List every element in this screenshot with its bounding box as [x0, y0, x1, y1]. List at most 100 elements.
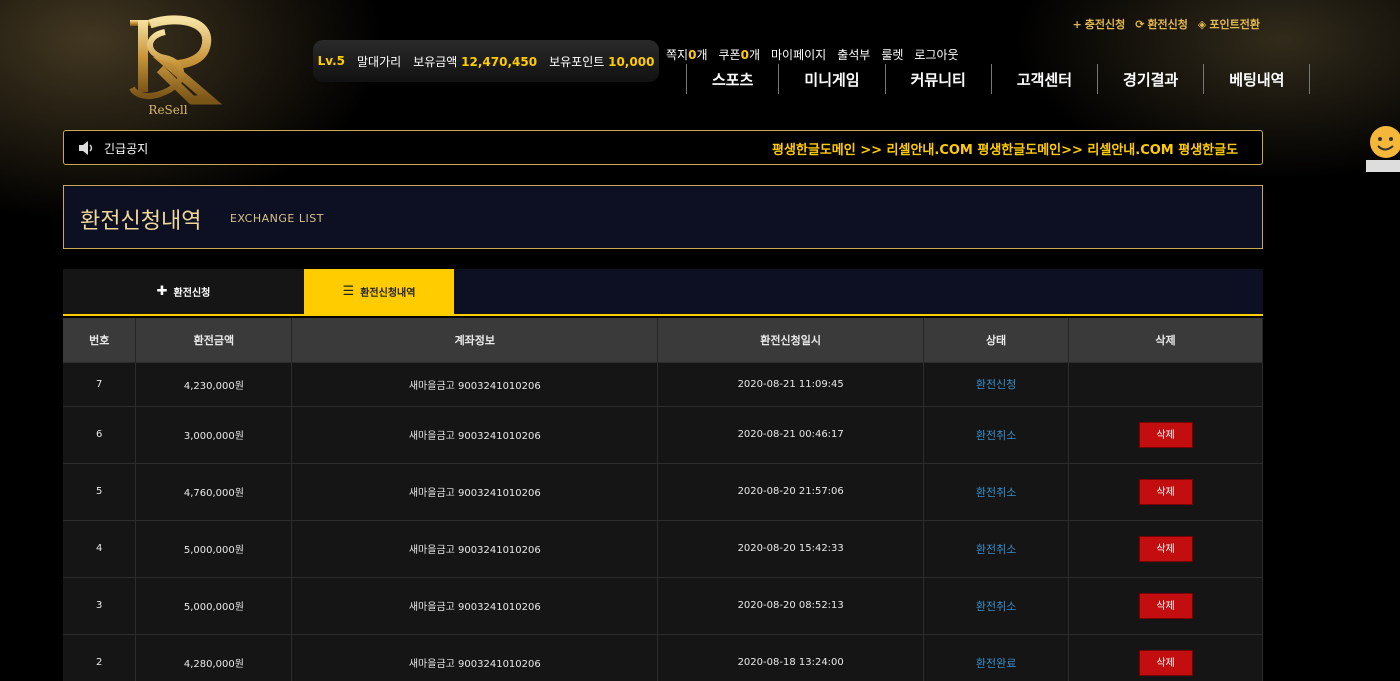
row-date: 2020-08-20 21:57:06 [657, 462, 925, 520]
balance-label: 보유금액 [413, 54, 458, 69]
row-delete-cell: 삭제 [1068, 462, 1263, 520]
charge-request-link[interactable]: + 충전신청 [1073, 16, 1126, 32]
row-account: 새마을금고 9003241010206 [291, 633, 659, 681]
row-delete-cell: 삭제 [1068, 405, 1263, 463]
row-date: 2020-08-21 11:09:45 [657, 361, 925, 406]
row-amount: 3,000,000원 [135, 405, 293, 463]
refresh-icon: ⟳ [1135, 18, 1145, 31]
row-amount: 4,760,000원 [135, 462, 293, 520]
logo-text: ReSell [148, 103, 188, 117]
attendance-link[interactable]: 출석부 [837, 46, 870, 63]
row-no: 6 [63, 405, 137, 463]
status-badge: 환전취소 [975, 599, 1017, 613]
row-amount: 5,000,000원 [135, 576, 293, 634]
notice-bar: 긴급공지 평생한글도메인 >> 리셀안내.COM 평생한글도메인>> 리셀안내.… [63, 130, 1263, 165]
delete-button[interactable]: 삭제 [1138, 535, 1193, 562]
plus-icon: ✚ [156, 284, 168, 299]
table-row: 6 3,000,000원 새마을금고 9003241010206 2020-08-21… [63, 405, 1263, 463]
header-date: 환전신청일시 [657, 318, 925, 362]
row-no: 3 [63, 576, 137, 634]
row-status-cell: 환전완료 [923, 633, 1070, 681]
header-no: 번호 [63, 318, 137, 362]
roulette-link[interactable]: 룰렛 [881, 46, 903, 63]
status-badge: 환전취소 [975, 485, 1017, 499]
row-delete-cell [1068, 361, 1263, 406]
speaker-icon [79, 141, 93, 155]
header-account: 계좌정보 [291, 318, 659, 362]
row-amount: 4,280,000원 [135, 633, 293, 681]
table-row: 7 4,230,000원 새마을금고 9003241010206 2020-08-21… [63, 361, 1263, 406]
coupon-label: 쿠폰 [718, 48, 741, 62]
table-row: 5 4,760,000원 새마을금고 9003241010206 2020-08-20… [63, 462, 1263, 520]
points-label: 보유포인트 [549, 54, 605, 69]
nav-sports[interactable]: 스포츠 [686, 64, 778, 94]
row-account: 새마을금고 9003241010206 [291, 519, 659, 577]
delete-button[interactable]: 삭제 [1138, 592, 1193, 619]
coupon-unit: 개 [748, 48, 760, 62]
tab-bar: ✚ 환전신청 ☰ 환전신청내역 [63, 269, 1263, 316]
note-link[interactable]: 쪽지0개 [666, 46, 708, 63]
coupon-link[interactable]: 쿠폰0개 [719, 46, 761, 63]
row-status-cell: 환전신청 [923, 361, 1070, 406]
row-account: 새마을금고 9003241010206 [291, 462, 659, 520]
row-date: 2020-08-20 08:52:13 [657, 576, 925, 634]
exchange-request-link[interactable]: ⟳ 환전신청 [1135, 16, 1188, 32]
point-convert-link[interactable]: ◈ 포인트전환 [1198, 16, 1260, 32]
utility-links: + 충전신청 ⟳ 환전신청 ◈ 포인트전환 [1073, 16, 1260, 32]
plus-icon: + [1072, 18, 1082, 31]
notice-marquee: 평생한글도메인 >> 리셀안내.COM 평생한글도메인>> 리셀안내.COM 평… [772, 143, 1239, 158]
tab-exchange-request-label: 환전신청 [173, 288, 211, 299]
row-amount: 5,000,000원 [135, 519, 293, 577]
nav-game-results[interactable]: 경기결과 [1097, 64, 1203, 94]
row-delete-cell: 삭제 [1068, 633, 1263, 681]
exchange-table: 번호 환전금액 계좌정보 환전신청일시 상태 삭제 7 4,230,000원 새마을… [63, 318, 1263, 681]
delete-button[interactable]: 삭제 [1138, 649, 1193, 676]
main-nav: 스포츠 미니게임 커뮤니티 고객센터 경기결과 베팅내역 [686, 64, 1311, 94]
coupon-count: 0 [740, 48, 749, 62]
delete-button[interactable]: 삭제 [1138, 421, 1193, 448]
balance-value: 12,470,450 [461, 54, 538, 69]
point-convert-label: 포인트전환 [1209, 18, 1260, 31]
status-badge: 환전신청 [975, 378, 1017, 391]
row-no: 7 [63, 361, 137, 406]
note-label: 쪽지 [666, 48, 689, 62]
tab-exchange-request[interactable]: ✚ 환전신청 [63, 269, 304, 314]
header-amount: 환전금액 [135, 318, 293, 362]
nav-minigame[interactable]: 미니게임 [778, 64, 884, 94]
points-value: 10,000 [608, 54, 655, 69]
row-amount: 4,230,000원 [135, 361, 293, 406]
row-status-cell: 환전취소 [923, 405, 1070, 463]
list-icon: ☰ [342, 284, 355, 299]
header-status: 상태 [923, 318, 1070, 362]
status-badge: 환전완료 [975, 656, 1017, 670]
status-badge: 환전취소 [975, 542, 1017, 556]
note-unit: 개 [696, 48, 708, 62]
status-badge: 환전취소 [975, 428, 1017, 442]
nav-customer-center[interactable]: 고객센터 [990, 64, 1097, 94]
notice-label: 긴급공지 [104, 142, 149, 156]
diamond-icon: ◈ [1197, 18, 1207, 31]
row-no: 2 [63, 633, 137, 681]
delete-button[interactable]: 삭제 [1138, 478, 1193, 505]
row-date: 2020-08-20 15:42:33 [657, 519, 925, 577]
tab-exchange-history-label: 환전신청내역 [360, 288, 416, 299]
row-delete-cell: 삭제 [1068, 576, 1263, 634]
row-no: 4 [63, 519, 137, 577]
mypage-link[interactable]: 마이페이지 [771, 46, 826, 63]
user-nickname: 말대가리 [356, 54, 402, 69]
page-subtitle: EXCHANGE LIST [230, 212, 324, 225]
header-delete: 삭제 [1068, 318, 1263, 362]
top-links: 쪽지0개 쿠폰0개 마이페이지 출석부 룰렛 로그아웃 [666, 46, 959, 63]
row-status-cell: 환전취소 [923, 519, 1070, 577]
nav-community[interactable]: 커뮤니티 [884, 64, 991, 94]
tab-exchange-history[interactable]: ☰ 환전신청내역 [304, 269, 454, 314]
page-title: 환전신청내역 [80, 209, 202, 234]
nav-bet-history[interactable]: 베팅내역 [1203, 64, 1311, 94]
row-date: 2020-08-21 00:46:17 [657, 405, 925, 463]
smiley-icon[interactable] [1364, 124, 1400, 174]
charge-request-label: 충전신청 [1084, 18, 1126, 31]
row-account: 새마을금고 9003241010206 [291, 361, 659, 406]
row-status-cell: 환전취소 [923, 462, 1070, 520]
page-title-box: 환전신청내역 EXCHANGE LIST [63, 185, 1263, 249]
logout-link[interactable]: 로그아웃 [914, 46, 958, 63]
